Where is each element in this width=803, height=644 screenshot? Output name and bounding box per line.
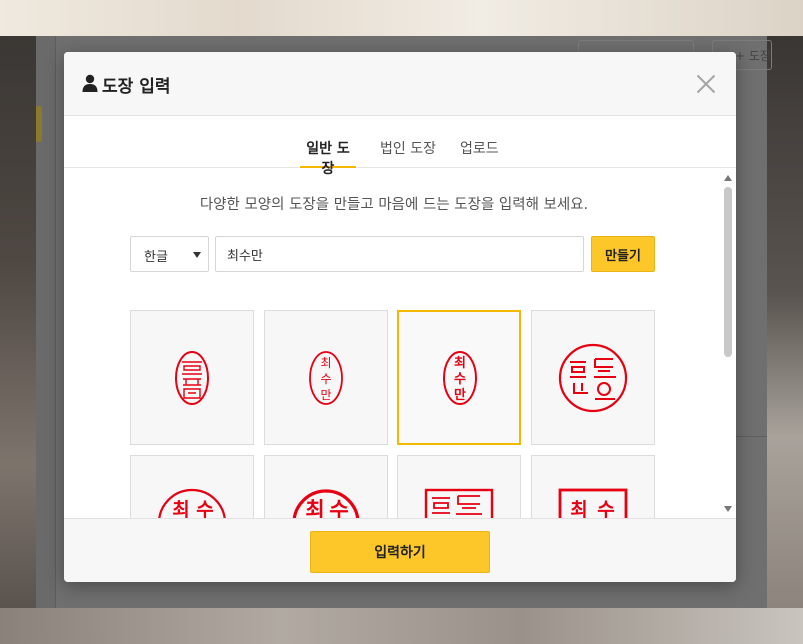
stamp-char-1: 최 xyxy=(570,499,587,518)
stamp-char-2: 수 xyxy=(196,499,213,518)
stamp-option-round-heavy[interactable]: 최 수 xyxy=(264,455,388,518)
instruction-text: 다양한 모양의 도장을 만들고 마음에 드는 도장을 입력해 보세요. xyxy=(199,197,589,213)
underlying-divider xyxy=(736,436,767,437)
user-icon xyxy=(82,74,98,92)
stamp-oval-plain-icon: 최 수 만 xyxy=(309,351,343,405)
script-select-value: 한글 xyxy=(144,250,168,265)
stamp-option-round-bold[interactable]: 최 수 xyxy=(130,455,254,518)
background-right xyxy=(767,36,803,608)
chevron-down-icon xyxy=(193,252,201,258)
scrollbar[interactable] xyxy=(720,169,736,518)
background-left xyxy=(0,36,36,608)
stamp-option-square-bold[interactable]: 최 수 xyxy=(531,455,655,518)
modal-title: 도장 입력 xyxy=(102,77,171,97)
stamp-round-seal-icon xyxy=(558,343,628,413)
background-bottom xyxy=(0,608,803,644)
stamp-round-bold-icon: 최 수 xyxy=(158,488,226,518)
stamp-oval-bold-icon: 최 수 만 xyxy=(443,351,477,405)
stamp-option-oval-bold[interactable]: 최 수 만 xyxy=(397,310,521,445)
stamp-char-2: 수 xyxy=(329,498,348,518)
stamp-char-3: 만 xyxy=(320,388,331,402)
stamp-char-1: 최 xyxy=(172,499,189,518)
stamp-oval-seal-icon xyxy=(175,351,209,405)
close-icon[interactable] xyxy=(692,70,720,98)
tab-general-stamp[interactable]: 일반 도장 xyxy=(300,138,356,177)
stamp-round-heavy-icon: 최 수 xyxy=(292,489,360,518)
scrollbar-thumb[interactable] xyxy=(724,187,732,357)
scroll-down-arrow-icon[interactable] xyxy=(724,506,732,512)
make-button[interactable]: 만들기 xyxy=(591,236,655,272)
stamp-char-3: 만 xyxy=(454,387,466,403)
underlying-add-stamp-label: + 도장 xyxy=(735,49,771,63)
submit-button[interactable]: 입력하기 xyxy=(310,531,490,573)
underlying-accent xyxy=(36,106,42,142)
stamp-option-oval-plain[interactable]: 최 수 만 xyxy=(264,310,388,445)
stamp-char-1: 최 xyxy=(454,356,466,371)
name-input[interactable] xyxy=(215,236,584,272)
stamp-option-square-seal[interactable] xyxy=(397,455,521,518)
scroll-up-arrow-icon[interactable] xyxy=(724,175,732,181)
stamp-char-2: 수 xyxy=(454,372,466,387)
script-select[interactable]: 한글 xyxy=(130,236,209,272)
stamp-char-2: 수 xyxy=(320,372,331,386)
tab-corporate-stamp[interactable]: 법인 도장 xyxy=(380,138,436,168)
stamp-char-1: 최 xyxy=(320,356,331,370)
stamp-option-round-seal[interactable] xyxy=(531,310,655,445)
background-top-strip xyxy=(0,0,803,36)
stamp-option-oval-seal[interactable] xyxy=(130,310,254,445)
tab-upload[interactable]: 업로드 xyxy=(460,138,499,168)
stamp-tabs: 일반 도장 법인 도장 업로드 xyxy=(64,116,736,177)
modal-footer: 입력하기 xyxy=(64,518,736,582)
stamp-char-2: 수 xyxy=(597,499,614,518)
stamp-char-1: 최 xyxy=(305,498,324,518)
stamp-square-seal-icon xyxy=(424,488,494,518)
modal-content: 다양한 모양의 도장을 만들고 마음에 드는 도장을 입력해 보세요. 한글 만… xyxy=(64,169,736,518)
stamp-input-modal: 도장 입력 일반 도장 법인 도장 업로드 다양한 모양의 도장을 만들고 마음… xyxy=(64,52,736,582)
modal-header: 도장 입력 xyxy=(64,52,736,116)
stamp-square-bold-icon: 최 수 xyxy=(558,488,628,518)
